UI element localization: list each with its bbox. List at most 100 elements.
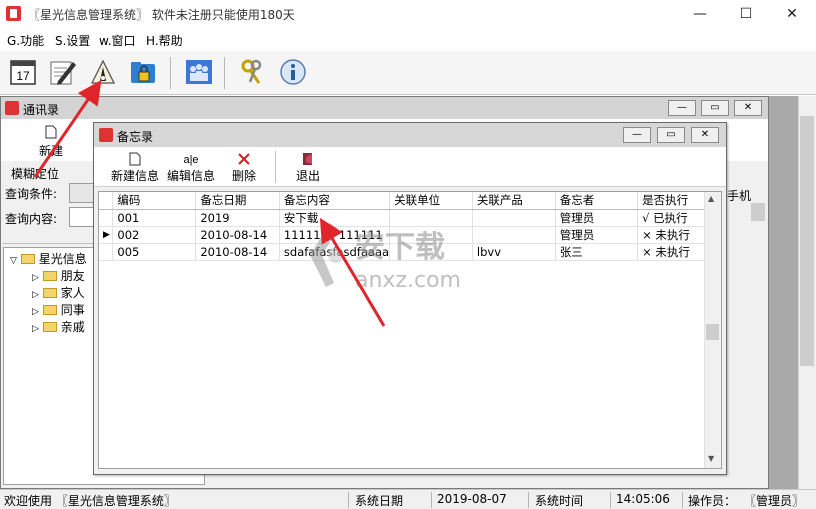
- memo-table: 编码 备忘日期 备忘内容 关联单位 关联产品 备忘者 是否执行 001 2019…: [99, 192, 721, 261]
- contacts-maximize-button[interactable]: ▭: [701, 100, 729, 116]
- memo-grid[interactable]: 编码 备忘日期 备忘内容 关联单位 关联产品 备忘者 是否执行 001 2019…: [98, 191, 722, 469]
- delete-button[interactable]: 删除: [226, 151, 262, 185]
- tree-item-friends[interactable]: ▷ 朋友: [32, 267, 85, 284]
- cell-by[interactable]: 张三: [555, 243, 639, 261]
- current-row-indicator-icon: ▶: [99, 226, 114, 244]
- col-by[interactable]: 备忘者: [555, 192, 639, 210]
- status-time-label: 系统时间: [535, 494, 584, 508]
- memo-icon: [90, 59, 116, 84]
- row-indicator: [99, 243, 114, 261]
- contacts-title-bar: 通讯录 — ▭ ✕: [1, 97, 768, 119]
- mdi-scroll-thumb[interactable]: [800, 116, 814, 366]
- cell-code[interactable]: 005: [112, 243, 197, 261]
- status-welcome: 欢迎使用 〖星光信息管理系统〗: [4, 494, 176, 508]
- exit-button[interactable]: 退出: [290, 151, 326, 185]
- app-icon: [6, 6, 21, 21]
- contacts-new-label: 新建: [38, 144, 63, 158]
- tree-item-colleagues[interactable]: ▷ 同事: [32, 301, 85, 318]
- col-code[interactable]: 编码: [112, 192, 197, 210]
- memo-window: 备忘录 — ▭ ✕ 新建信息 a|e 编辑信息 删除 退出 编码 备忘日期 备忘…: [93, 122, 727, 475]
- row-indicator-header: [99, 192, 114, 210]
- memo-button[interactable]: [87, 56, 119, 88]
- cell-code[interactable]: 001: [112, 209, 197, 227]
- info-button[interactable]: [277, 56, 309, 88]
- memo-grid-scroll-thumb[interactable]: [706, 324, 719, 340]
- menu-window[interactable]: w.窗口: [99, 32, 136, 49]
- table-row[interactable]: 005 2010-08-14 sdafafasfasdfaaaa lbvv 张三…: [99, 243, 721, 261]
- close-button[interactable]: ✕: [769, 0, 815, 28]
- memo-title: 备忘录: [117, 130, 154, 144]
- tree-item-relatives[interactable]: ▷ 亲戚: [32, 318, 85, 335]
- tree-item-family[interactable]: ▷ 家人: [32, 284, 85, 301]
- col-content[interactable]: 备忘内容: [279, 192, 391, 210]
- col-product[interactable]: 关联产品: [472, 192, 556, 210]
- menu-help[interactable]: H.帮助: [146, 32, 183, 49]
- menu-function[interactable]: G.功能: [7, 32, 44, 49]
- cell-by[interactable]: 管理员: [555, 209, 639, 227]
- cell-unit[interactable]: [389, 226, 473, 244]
- tree-root[interactable]: ▽ 星光信息: [10, 250, 87, 267]
- memo-maximize-button[interactable]: ▭: [657, 127, 685, 143]
- folder-icon: [20, 254, 35, 264]
- title-bar: 〖星光信息管理系统〗 软件未注册只能使用180天 — ☐ ✕: [0, 0, 816, 28]
- calendar-icon: 17: [10, 60, 36, 85]
- contacts-close-button[interactable]: ✕: [734, 100, 762, 116]
- window-title: 〖星光信息管理系统〗 软件未注册只能使用180天: [28, 8, 295, 22]
- cell-by[interactable]: 管理员: [555, 226, 639, 244]
- lock-folder-button[interactable]: [127, 56, 159, 88]
- exit-label: 退出: [295, 169, 320, 183]
- contacts-title: 通讯录: [23, 103, 60, 117]
- col-date[interactable]: 备忘日期: [195, 192, 280, 210]
- scroll-down-icon[interactable]: ▼: [708, 454, 714, 463]
- memo-table-header: 编码 备忘日期 备忘内容 关联单位 关联产品 备忘者 是否执行: [99, 192, 721, 210]
- new-doc-icon: [45, 125, 57, 139]
- status-operator-label: 操作员：: [688, 494, 737, 508]
- users-button[interactable]: [183, 56, 215, 88]
- memo-minimize-button[interactable]: —: [623, 127, 651, 143]
- table-row-selected[interactable]: ▶ 002 2010-08-14 1111111 111111 管理员 × 未执…: [99, 226, 721, 244]
- query-content-label: 查询内容:: [5, 212, 58, 226]
- cell-content[interactable]: sdafafasfasdfaaaa: [279, 243, 391, 261]
- new-info-button[interactable]: 新建信息: [108, 151, 162, 185]
- main-toolbar: 17: [0, 51, 816, 95]
- folder-icon: [42, 322, 57, 332]
- contacts-grid-scroll-thumb[interactable]: [751, 203, 765, 221]
- memo-close-button[interactable]: ✕: [691, 127, 719, 143]
- cell-content[interactable]: 安下载: [279, 209, 391, 227]
- folder-icon: [42, 288, 57, 298]
- users-icon: [186, 60, 212, 84]
- cell-product[interactable]: lbvv: [472, 243, 556, 261]
- col-unit[interactable]: 关联单位: [389, 192, 473, 210]
- cell-content[interactable]: 1111111 111111: [279, 226, 391, 244]
- table-row[interactable]: 001 2019 安下载 管理员 √ 已执行: [99, 209, 721, 227]
- cell-date[interactable]: 2010-08-14: [195, 226, 280, 244]
- keys-icon: [241, 59, 262, 84]
- cell-unit[interactable]: [389, 243, 473, 261]
- memo-window-icon: [99, 128, 113, 142]
- maximize-button[interactable]: ☐: [723, 0, 769, 28]
- contacts-minimize-button[interactable]: —: [668, 100, 696, 116]
- delete-label: 删除: [231, 169, 256, 183]
- svg-text:17: 17: [16, 69, 30, 83]
- cell-product[interactable]: [472, 226, 556, 244]
- edit-info-button[interactable]: a|e 编辑信息: [164, 151, 218, 185]
- scroll-up-icon[interactable]: ▲: [708, 194, 714, 203]
- edit-text-icon: a|e: [183, 154, 198, 166]
- cell-product[interactable]: [472, 209, 556, 227]
- edit-button[interactable]: [47, 56, 79, 88]
- contacts-window-icon: [5, 101, 19, 115]
- contacts-new-button[interactable]: 新建: [31, 125, 71, 159]
- cell-code[interactable]: 002: [112, 226, 197, 244]
- cell-date[interactable]: 2019: [195, 209, 280, 227]
- minimize-button[interactable]: —: [677, 0, 723, 28]
- info-icon: [280, 59, 306, 85]
- cell-unit[interactable]: [389, 209, 473, 227]
- lock-folder-icon: [131, 62, 155, 83]
- keys-button[interactable]: [236, 56, 268, 88]
- cell-date[interactable]: 2010-08-14: [195, 243, 280, 261]
- contacts-phone-header: 手机: [727, 189, 752, 203]
- calendar-button[interactable]: 17: [7, 56, 39, 88]
- fuzzy-locate-label: 模糊定位: [11, 167, 60, 181]
- menu-settings[interactable]: S.设置: [55, 32, 90, 49]
- memo-title-bar: 备忘录 — ▭ ✕: [94, 123, 726, 147]
